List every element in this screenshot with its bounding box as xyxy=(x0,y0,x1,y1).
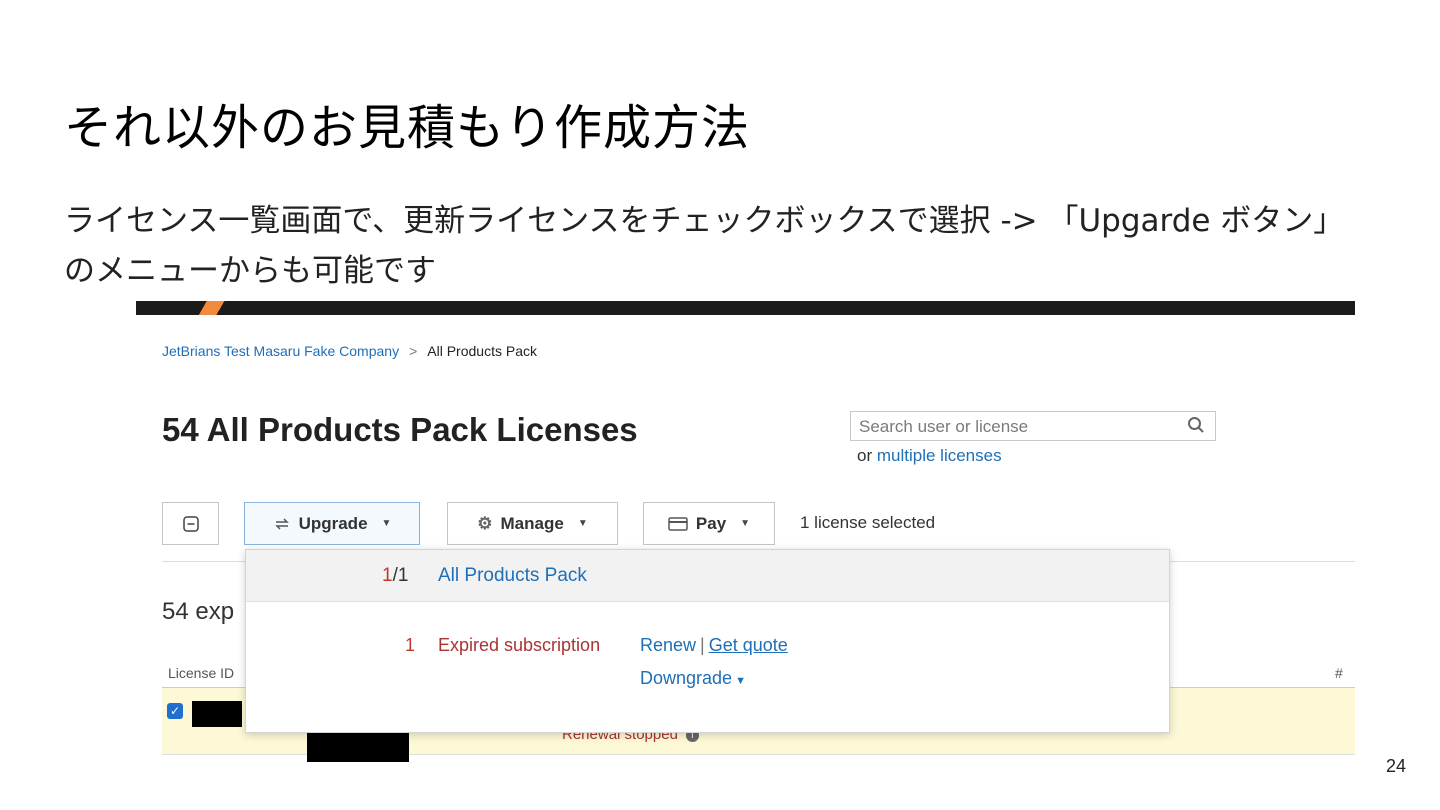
slide-body-line-1: ライセンス一覧画面で、更新ライセンスをチェックボックスで選択 -> 「Upgar… xyxy=(64,203,1345,239)
redacted-user xyxy=(307,730,409,762)
chevron-down-icon: ▼ xyxy=(740,518,751,529)
chevron-down-icon: ▼ xyxy=(735,675,746,687)
credit-card-icon xyxy=(668,516,688,531)
renew-link[interactable]: Renew xyxy=(640,635,696,655)
breadcrumb-company-link[interactable]: JetBrians Test Masaru Fake Company xyxy=(162,343,399,359)
slide-body-line-2: のメニューからも可能です xyxy=(64,253,436,289)
expired-count: 1 xyxy=(405,635,416,655)
expired-status: Expired subscription xyxy=(438,635,601,655)
dropdown-product-name[interactable]: All Products Pack xyxy=(438,565,587,587)
fraction-total: /1 xyxy=(392,565,409,586)
search-input[interactable] xyxy=(857,413,1181,441)
multiple-licenses-link[interactable]: multiple licenses xyxy=(877,446,1002,465)
pay-button[interactable]: Pay ▼ xyxy=(643,502,775,545)
dropdown-actions: Renew | Get quote xyxy=(640,635,788,656)
selection-fraction: 1/1 xyxy=(382,565,408,587)
dropdown-product-header[interactable]: 1/1 All Products Pack xyxy=(246,550,1169,602)
chevron-down-icon: ▼ xyxy=(577,518,588,529)
page-number: 24 xyxy=(1385,756,1406,776)
upgrade-label: Upgrade xyxy=(298,513,368,533)
section-title: 54 exp xyxy=(162,598,235,625)
or-text: or xyxy=(857,446,873,465)
upgrade-dropdown-menu: 1/1 All Products Pack 1 Expired subscrip… xyxy=(245,549,1170,733)
search-icon[interactable] xyxy=(1187,416,1205,439)
app-screenshot: JetBrians Test Masaru Fake Company > All P… xyxy=(136,301,1355,771)
get-quote-link[interactable]: Get quote xyxy=(709,635,788,655)
slide-title: それ以外のお見積もり作成方法 xyxy=(64,100,751,156)
gear-icon: ⚙ xyxy=(477,513,493,533)
top-navigation-bar xyxy=(136,301,1355,315)
page-heading: 54 All Products Pack Licenses xyxy=(162,411,638,448)
selected-number: 1 xyxy=(382,565,393,586)
breadcrumb-separator: > xyxy=(409,343,418,359)
collapse-icon xyxy=(182,515,199,532)
action-separator: | xyxy=(700,635,705,655)
upgrade-button[interactable]: Upgrade ▼ xyxy=(244,502,420,545)
manage-label: Manage xyxy=(500,513,564,533)
downgrade-label: Downgrade xyxy=(640,668,733,688)
column-header-license-id[interactable]: License ID xyxy=(168,665,234,681)
breadcrumb-current: All Products Pack xyxy=(427,343,537,359)
upgrade-icon xyxy=(274,517,289,530)
chevron-down-icon: ▼ xyxy=(381,518,392,529)
pay-label: Pay xyxy=(695,513,727,533)
downgrade-menu[interactable]: Downgrade ▼ xyxy=(640,668,746,689)
column-header-hash[interactable]: # xyxy=(1335,665,1343,681)
breadcrumb: JetBrians Test Masaru Fake Company > All P… xyxy=(162,343,537,359)
search-box xyxy=(850,411,1216,441)
slide-body: ライセンス一覧画面で、更新ライセンスをチェックボックスで選択 -> 「Upgar… xyxy=(64,196,1394,296)
multiple-licenses-hint: or multiple licenses xyxy=(857,446,1002,466)
brand-stripe xyxy=(176,301,256,315)
selection-count: 1 license selected xyxy=(800,513,936,532)
redacted-license-id xyxy=(192,701,242,727)
collapse-all-button[interactable] xyxy=(162,502,219,545)
row-checkbox[interactable]: ✓ xyxy=(167,703,183,719)
manage-button[interactable]: ⚙ Manage ▼ xyxy=(447,502,618,545)
